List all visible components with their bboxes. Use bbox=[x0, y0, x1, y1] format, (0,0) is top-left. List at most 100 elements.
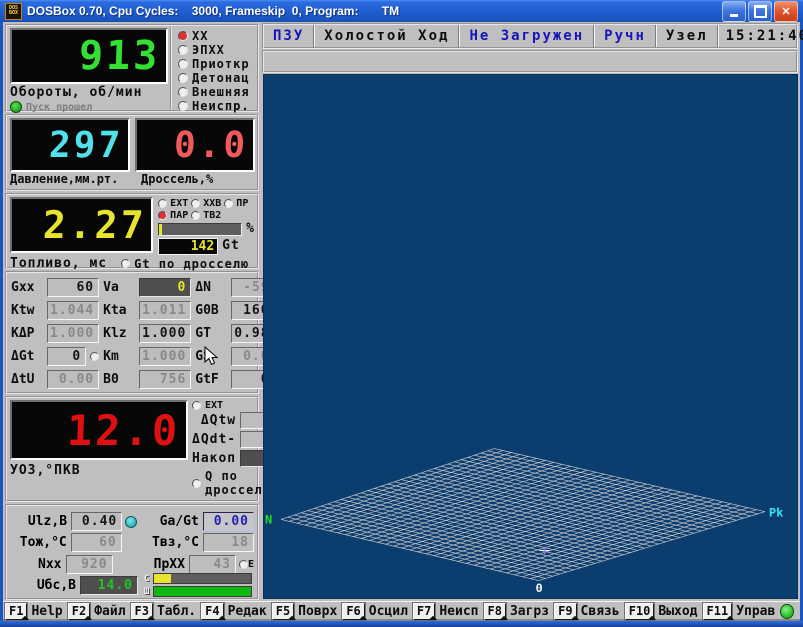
ignition-section: 12.0 УОЗ,°ПКВ EXT ΔQtw 0.0 bbox=[5, 396, 259, 502]
throttle-value: 0.0 bbox=[173, 125, 248, 166]
percent-label: % bbox=[246, 221, 255, 236]
param-va-field[interactable]: 0 bbox=[139, 278, 191, 297]
fuel-mode-par: ПАР bbox=[170, 210, 188, 221]
menu-not-loaded[interactable]: Не Загружен bbox=[460, 28, 593, 44]
radio-pr-icon[interactable] bbox=[224, 199, 233, 208]
svg-text:Pk: Pk bbox=[769, 506, 783, 520]
radio-par-icon[interactable] bbox=[158, 211, 167, 220]
radio-gt-throttle-icon[interactable] bbox=[121, 259, 130, 268]
fkey-f7[interactable]: F7 Неисп bbox=[413, 603, 481, 620]
param-kta-field[interactable]: 1.011 bbox=[139, 301, 191, 320]
radio-neispr-icon bbox=[178, 101, 188, 111]
radio-xxv-icon[interactable] bbox=[191, 199, 200, 208]
mode-xx[interactable]: ХХ bbox=[178, 29, 257, 43]
radio-dgt-icon[interactable] bbox=[90, 352, 99, 361]
ulz-label: Ulz,В bbox=[10, 514, 71, 529]
nxx-label: Nxx bbox=[10, 557, 66, 572]
radio-priotkr-icon bbox=[178, 59, 188, 69]
menu-manual[interactable]: Ручн bbox=[595, 28, 655, 44]
radio-detonac-icon bbox=[178, 73, 188, 83]
rpm-value: 913 bbox=[78, 33, 161, 79]
function-key-bar: F1 Help F2 Файл F3 Табл. F4 Редак F5 Пов… bbox=[3, 601, 800, 621]
wireframe-mesh: NPk0 bbox=[264, 75, 797, 598]
mode-vneshnyaya[interactable]: Внешняя bbox=[178, 85, 257, 99]
maximize-button[interactable] bbox=[748, 1, 772, 22]
gagt-label: Ga/Gt bbox=[145, 514, 203, 529]
gt-display: 142 bbox=[158, 238, 218, 255]
param-ktw-field[interactable]: 1.044 bbox=[47, 301, 99, 320]
rpm-display: 913 bbox=[10, 28, 168, 84]
prxx-field[interactable]: 43 bbox=[189, 555, 236, 574]
radio-e-icon[interactable] bbox=[239, 560, 248, 569]
clock: 15:21:40 bbox=[719, 28, 803, 44]
param-dtu: ΔtU 0.00 bbox=[11, 370, 99, 389]
param-klz-field[interactable]: 1.000 bbox=[139, 324, 191, 343]
ulz-field[interactable]: 0.40 bbox=[71, 512, 122, 531]
menu-pzu[interactable]: ПЗУ bbox=[264, 28, 313, 44]
menu-uzel[interactable]: Узел bbox=[657, 28, 717, 44]
minimize-button[interactable] bbox=[722, 1, 746, 22]
icon-text-box: BOX bbox=[9, 11, 18, 16]
fkey-f8[interactable]: F8 Загрз bbox=[484, 603, 552, 620]
param-kta: Kta 1.011 bbox=[103, 301, 191, 320]
fkey-f3[interactable]: F3 Табл. bbox=[131, 603, 199, 620]
param-klz: Klz 1.000 bbox=[103, 324, 191, 343]
radio-ext-icon[interactable] bbox=[158, 199, 167, 208]
radio-uoz-ext-icon[interactable] bbox=[192, 401, 201, 410]
param-dgt: ΔGt 0 bbox=[11, 347, 99, 366]
fkey-f9[interactable]: F9 Связь bbox=[554, 603, 622, 620]
close-button[interactable]: ✕ bbox=[774, 1, 798, 22]
radio-epxx-icon bbox=[178, 45, 188, 55]
fkey-f5[interactable]: F5 Поврх bbox=[272, 603, 340, 620]
ulz-led bbox=[125, 516, 137, 528]
fuel-section: 2.27 EXT ХХВ ПР bbox=[5, 193, 259, 269]
display-panel: ПЗУ Холостой Ход Не Загружен Ручн Узел 1… bbox=[261, 22, 800, 601]
nxx-field[interactable]: 920 bbox=[66, 555, 113, 574]
misc-section: Ulz,В 0.40 Ga/Gt 0.00 Тож,°С 60 Твз,°С 1… bbox=[5, 504, 259, 600]
pressure-display: 297 bbox=[10, 118, 130, 172]
mode-priotkr[interactable]: Приоткр bbox=[178, 57, 257, 71]
tvz-field[interactable]: 18 bbox=[203, 533, 254, 552]
param-b0-field[interactable]: 756 bbox=[139, 370, 191, 389]
fuel-display: 2.27 bbox=[10, 197, 153, 253]
bar-w-fill bbox=[154, 587, 251, 596]
tozh-field[interactable]: 60 bbox=[71, 533, 122, 552]
uoz-ext-label: EXT bbox=[205, 400, 223, 411]
menu-idle-mode[interactable]: Холостой Ход bbox=[315, 28, 458, 44]
fuel-percent-bar bbox=[158, 223, 242, 236]
fkey-f2[interactable]: F2 Файл bbox=[68, 603, 128, 620]
param-va: Va 0 bbox=[103, 278, 191, 297]
param-kdp-field[interactable]: 1.000 bbox=[47, 324, 99, 343]
throttle-display: 0.0 bbox=[135, 118, 255, 172]
radio-q-throttle-icon[interactable] bbox=[192, 479, 201, 488]
instrument-panel: 913 Обороты, об/мин Пуск прошел ХХ bbox=[3, 22, 261, 601]
radio-xx-icon bbox=[178, 31, 188, 41]
gt-throttle-label: Gt по дросселю bbox=[134, 257, 249, 271]
gagt-field[interactable]: 0.00 bbox=[203, 512, 254, 531]
radio-tv2-icon[interactable] bbox=[191, 211, 200, 220]
bar-c-label: С bbox=[144, 574, 151, 584]
fkey-f1[interactable]: F1 Help bbox=[5, 603, 65, 620]
window-border-bottom bbox=[0, 621, 803, 627]
param-gxx: Gxx 60 bbox=[11, 278, 99, 297]
surface-plot-area: NPk0 bbox=[263, 74, 798, 599]
param-dtu-field[interactable]: 0.00 bbox=[47, 370, 99, 389]
fkey-f6[interactable]: F6 Осцил bbox=[342, 603, 410, 620]
mode-detonac[interactable]: Детонац bbox=[178, 71, 257, 85]
param-gxx-field[interactable]: 60 bbox=[47, 278, 99, 297]
fuel-percent-fill bbox=[159, 224, 162, 235]
fkey-f11[interactable]: F11 Управ bbox=[703, 603, 778, 620]
param-km-field[interactable]: 1.000 bbox=[139, 347, 191, 366]
rpm-label: Обороты, об/мин bbox=[10, 85, 170, 100]
start-ok-led bbox=[10, 101, 22, 113]
ignition-display: 12.0 bbox=[10, 400, 188, 460]
ubs-field: 14.0 bbox=[80, 576, 138, 595]
fkey-f4[interactable]: F4 Редак bbox=[201, 603, 269, 620]
tvz-label: Твз,°С bbox=[146, 535, 203, 550]
mode-neispr[interactable]: Неиспр. bbox=[178, 99, 257, 113]
param-dgt-field[interactable]: 0 bbox=[47, 347, 86, 366]
parameters-grid: Gxx 60 Va 0 ΔN -59 Ktw 1.044 bbox=[5, 271, 259, 394]
mode-epxx[interactable]: ЭПХХ bbox=[178, 43, 257, 57]
fkey-f10[interactable]: F10 Выход bbox=[625, 603, 700, 620]
fuel-value: 2.27 bbox=[42, 203, 147, 247]
